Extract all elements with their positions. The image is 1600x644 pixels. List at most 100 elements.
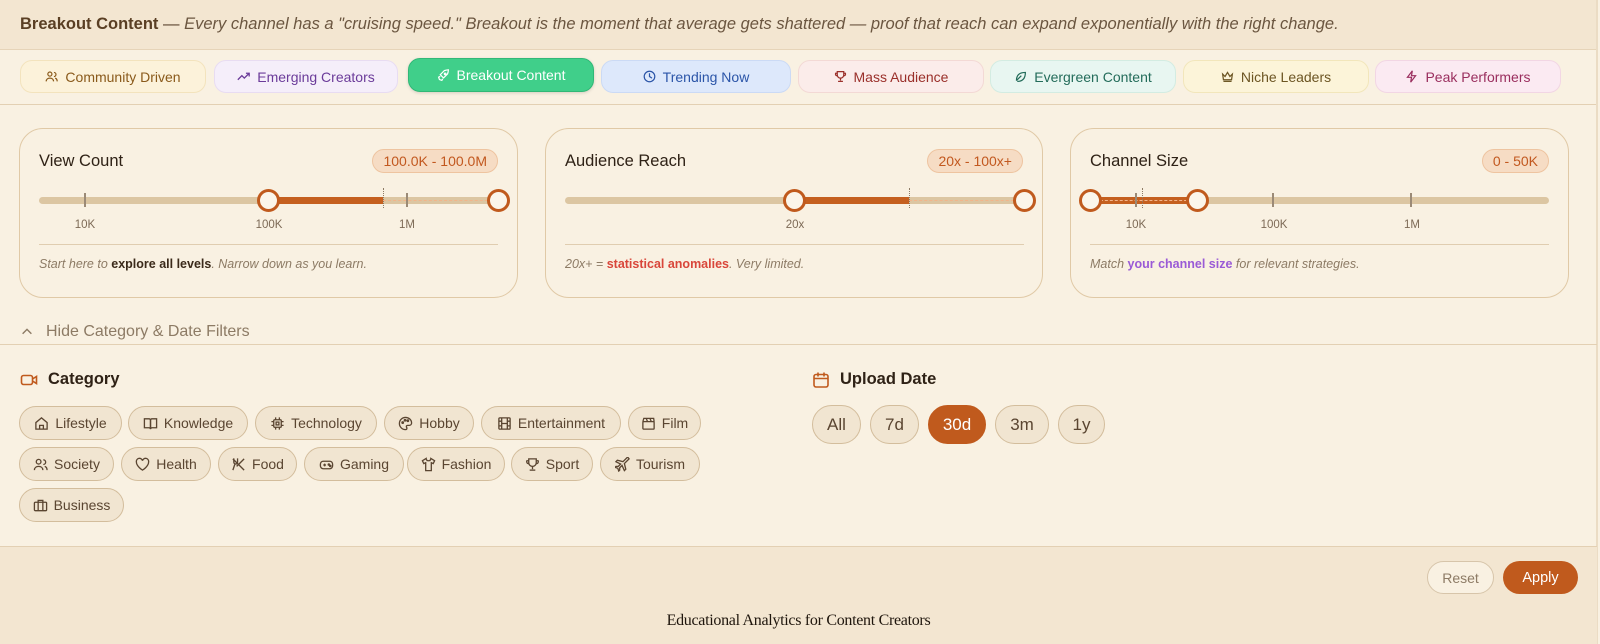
tick-label: 1M	[1404, 219, 1420, 231]
tick-label: 10K	[74, 219, 96, 231]
apply-button[interactable]: Apply	[1503, 561, 1578, 594]
date-option-7d[interactable]: 7d	[870, 405, 919, 444]
date-option-1y[interactable]: 1y	[1058, 405, 1105, 444]
tab-label: Evergreen Content	[1034, 68, 1152, 85]
category-chip-society[interactable]: Society	[19, 447, 114, 481]
tab-emerging-creators[interactable]: Emerging Creators	[214, 60, 398, 93]
channel-size-min-handle[interactable]	[1079, 189, 1102, 212]
tick-label: 10K	[1125, 219, 1147, 231]
hint-emphasis: your channel size	[1127, 257, 1233, 271]
view-count-slider-fill	[268, 197, 383, 204]
category-chip-film[interactable]: Film	[628, 406, 701, 440]
video-camera-icon	[20, 374, 38, 385]
tab-label: Niche Leaders	[1240, 68, 1332, 85]
tick-mark	[1135, 193, 1137, 207]
channel-size-slider-extrapolated	[1090, 200, 1197, 201]
trophy-icon	[834, 71, 846, 82]
hint-text: 20x+ =	[565, 257, 607, 271]
tick-mark	[406, 193, 408, 207]
tick-mark	[1410, 193, 1412, 207]
tab-niche-leaders[interactable]: Niche Leaders	[1183, 60, 1369, 93]
tab-breakout-content[interactable]: Breakout Content	[408, 58, 594, 92]
hint-text: . Very limited.	[728, 257, 805, 271]
channel-size-hint: Match your channel size for relevant str…	[1090, 257, 1360, 271]
category-chip-tourism[interactable]: Tourism	[600, 447, 700, 481]
heart-icon	[136, 457, 150, 471]
tab-community-driven[interactable]: Community Driven	[20, 60, 206, 93]
category-chip-lifestyle[interactable]: Lifestyle	[19, 406, 122, 440]
chip-label: Society	[54, 456, 100, 472]
chip-icon	[271, 416, 284, 430]
chip-label: Entertainment	[517, 415, 606, 431]
banner-dash: —	[158, 15, 185, 33]
category-chip-business[interactable]: Business	[19, 488, 124, 522]
audience-reach-slider-track[interactable]	[565, 188, 1036, 212]
tab-trending-now[interactable]: Trending Now	[601, 60, 791, 93]
utensils-icon	[232, 457, 245, 471]
tab-mass-audience[interactable]: Mass Audience	[798, 60, 984, 93]
channel-size-slider-track[interactable]	[1079, 188, 1549, 212]
audience-reach-max-handle[interactable]	[1013, 189, 1036, 212]
category-chip-knowledge[interactable]: Knowledge	[128, 406, 248, 440]
category-chip-fashion[interactable]: Fashion	[407, 447, 505, 481]
chip-label: Fashion	[441, 456, 492, 472]
tab-label: Trending Now	[662, 68, 750, 85]
tab-peak-performers[interactable]: Peak Performers	[1375, 60, 1561, 93]
tab-evergreen-content[interactable]: Evergreen Content	[990, 60, 1176, 93]
date-option-30d[interactable]: 30d	[928, 405, 986, 444]
tab-label: Emerging Creators	[257, 68, 375, 85]
trending-up-icon	[237, 72, 251, 81]
calendar-icon	[813, 372, 829, 388]
channel-size-range-badge: 0 - 50K	[1481, 149, 1549, 173]
view-count-slider-track[interactable]	[39, 188, 510, 212]
filters-divider	[0, 344, 1597, 345]
view-count-max-handle[interactable]	[487, 189, 510, 212]
view-count-min-handle[interactable]	[257, 189, 280, 212]
users-icon	[33, 458, 48, 470]
chevron-up-icon	[22, 328, 32, 335]
palette-icon	[399, 416, 413, 430]
date-option-3m[interactable]: 3m	[995, 405, 1049, 444]
book-icon	[143, 417, 158, 429]
audience-reach-range-badge: 20x - 100x+	[927, 149, 1023, 173]
rocket-icon	[437, 68, 449, 81]
chip-label: Gaming	[339, 456, 390, 472]
tab-label: Mass Audience	[853, 68, 949, 85]
category-chip-food[interactable]: Food	[218, 447, 297, 481]
chip-label: Hobby	[419, 415, 460, 431]
hide-filters-toggle[interactable]: Hide Category & Date Filters	[20, 323, 250, 341]
category-chip-hobby[interactable]: Hobby	[384, 406, 474, 440]
tick-mark	[84, 193, 86, 207]
lightning-icon	[1406, 70, 1418, 83]
category-chip-health[interactable]: Health	[121, 447, 211, 481]
hint-text: for relevant strategies.	[1232, 257, 1360, 271]
channel-size-max-handle[interactable]	[1186, 189, 1209, 212]
hint-text: Start here to	[39, 257, 112, 271]
footer-tagline: Educational Analytics for Content Creato…	[666, 612, 931, 629]
crown-icon	[1221, 71, 1234, 82]
clapperboard-icon	[642, 417, 655, 430]
category-chip-entertainment[interactable]: Entertainment	[481, 406, 621, 440]
category-chip-gaming[interactable]: Gaming	[304, 447, 404, 481]
tab-label: Peak Performers	[1425, 68, 1531, 85]
leaf-icon	[1016, 71, 1027, 82]
trophy-icon	[525, 457, 539, 471]
category-description-banner: Breakout Content — Every channel has a "…	[0, 0, 1597, 50]
view-count-slider-extrapolated	[383, 200, 498, 201]
upload-date-section-title: Upload Date	[812, 370, 936, 389]
category-title: Category	[48, 370, 120, 388]
date-option-all[interactable]: All	[812, 405, 861, 444]
chip-label: Lifestyle	[55, 415, 107, 431]
card-divider	[39, 244, 498, 245]
chip-label: Knowledge	[163, 415, 234, 431]
tick-mark	[1272, 193, 1274, 207]
reset-button[interactable]: Reset	[1427, 561, 1494, 594]
toggle-label: Hide Category & Date Filters	[46, 323, 250, 340]
hint-emphasis: explore all levels	[111, 257, 212, 271]
category-chip-sport[interactable]: Sport	[511, 447, 593, 481]
audience-reach-min-handle[interactable]	[783, 189, 806, 212]
card-divider	[1090, 244, 1549, 245]
reference-marker	[909, 188, 910, 208]
gamepad-icon	[319, 460, 334, 469]
category-chip-technology[interactable]: Technology	[255, 406, 377, 440]
